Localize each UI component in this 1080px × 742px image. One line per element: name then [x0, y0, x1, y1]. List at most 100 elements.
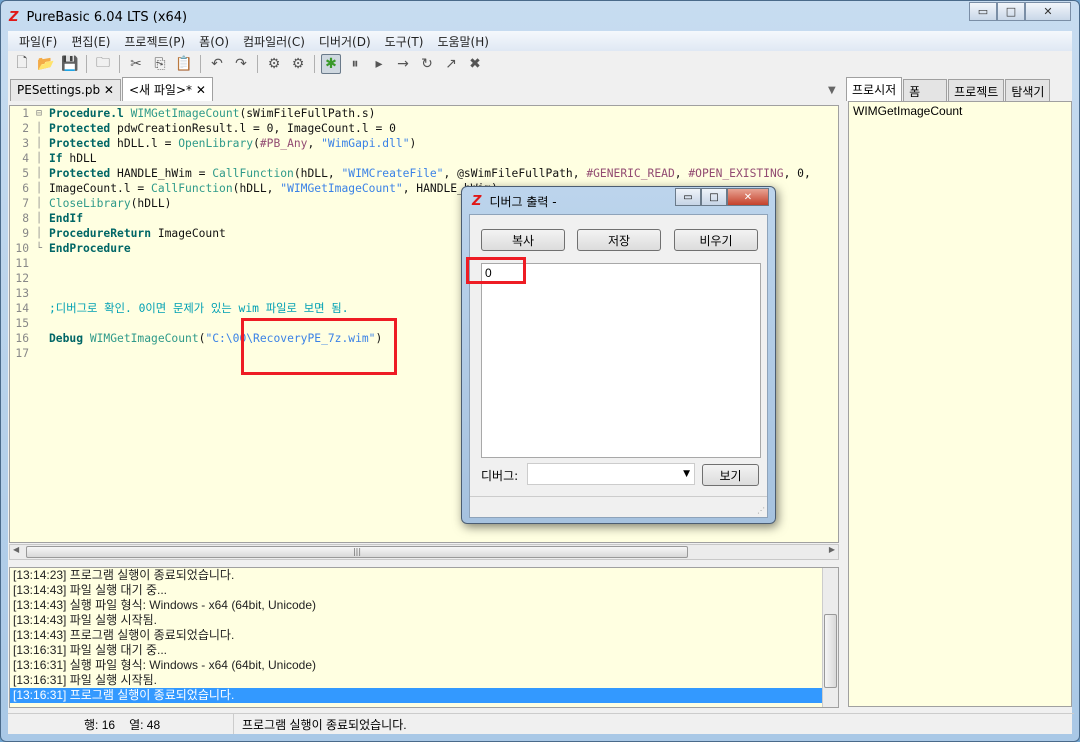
log-line[interactable]: [13:14:43] 파일 실행 시작됨.: [10, 613, 823, 628]
step-icon[interactable]: →: [393, 54, 413, 74]
fold-gutter: │: [35, 213, 43, 224]
menu-item[interactable]: 도움말(H): [430, 33, 496, 50]
copy-button[interactable]: 복사: [481, 229, 565, 251]
menu-item[interactable]: 폼(O): [192, 33, 236, 50]
minimize-button[interactable]: ▭: [675, 188, 701, 206]
code-token: CallFunction: [151, 182, 233, 195]
line-number: 3: [22, 137, 29, 150]
code-token: , 0,: [783, 167, 811, 180]
code-token: (hDLL,: [293, 167, 342, 180]
code-line: 2 │ Protected pdwCreationResult.l = 0, Ima…: [10, 121, 838, 136]
line-number: 1: [22, 107, 29, 120]
tool-panel: 프로시저 폼 프로젝트 탐색기 WIMGetImageCount: [846, 77, 1076, 709]
step-out-icon[interactable]: ↗: [441, 54, 461, 74]
clear-button[interactable]: 비우기: [674, 229, 758, 251]
dialog-title: 디버그 출력 -: [489, 195, 557, 209]
code-token: ProcedureReturn: [49, 227, 158, 240]
new-file-icon[interactable]: 🗋: [12, 54, 32, 74]
view-button[interactable]: 보기: [702, 464, 759, 486]
paste-icon[interactable]: 📋: [174, 54, 194, 74]
log-line[interactable]: [13:14:23] 프로그램 실행이 종료되었습니다.: [10, 568, 823, 583]
code-token: CallFunction: [212, 167, 294, 180]
fold-marker-icon[interactable]: ⊟: [32, 106, 46, 121]
continue-icon[interactable]: ▸: [369, 54, 389, 74]
code-line: 3 │ Protected hDLL.l = OpenLibrary(#PB_Any…: [10, 136, 838, 151]
code-token: (hDLL): [130, 197, 172, 210]
close-file-icon[interactable]: 🗀: [93, 54, 113, 74]
code-token: ,: [674, 167, 689, 180]
menu-item[interactable]: 프로젝트(P): [117, 33, 192, 50]
panel-tab[interactable]: 프로젝트: [948, 79, 1005, 101]
pause-icon[interactable]: ⏸: [345, 54, 365, 74]
code-token: Debug: [49, 332, 90, 345]
fold-gutter: │: [35, 183, 43, 194]
redo-icon[interactable]: ↷: [231, 54, 251, 74]
line-number: 9: [22, 227, 29, 240]
menu-item[interactable]: 도구(T): [378, 33, 431, 50]
file-tab[interactable]: <새 파일>* ✕: [121, 77, 213, 101]
code-text: EndIf: [46, 211, 83, 226]
line-number: 14: [15, 302, 29, 315]
menu-item[interactable]: 컴파일러(C): [236, 33, 312, 50]
open-file-icon[interactable]: 📂: [36, 54, 56, 74]
log-scrollbar[interactable]: [822, 568, 838, 707]
chevron-down-icon[interactable]: ▼: [683, 469, 690, 479]
debug-combo[interactable]: ▼: [527, 463, 695, 485]
code-token: WIMGetImageCount: [130, 107, 240, 120]
code-text: ProcedureReturn ImageCount: [46, 226, 226, 241]
panel-tab[interactable]: 폼: [903, 79, 948, 101]
menu-item[interactable]: 편집(E): [64, 33, 117, 50]
scrollbar-thumb[interactable]: |||: [26, 546, 688, 558]
kill-icon[interactable]: ✖: [465, 54, 485, 74]
copy-icon[interactable]: ⎘: [150, 54, 170, 74]
line-number: 2: [22, 122, 29, 135]
save-button[interactable]: 저장: [577, 229, 661, 251]
fold-marker-icon[interactable]: └: [32, 241, 46, 256]
save-icon[interactable]: 💾: [60, 54, 80, 74]
panel-tab[interactable]: 프로시저: [846, 77, 903, 101]
log-line[interactable]: [13:14:43] 파일 실행 대기 중...: [10, 583, 823, 598]
cut-icon[interactable]: ✂: [126, 54, 146, 74]
horizontal-scrollbar[interactable]: ◀ ||| ▶: [9, 544, 839, 560]
maximize-button[interactable]: □: [701, 188, 727, 206]
line-number: 17: [15, 347, 29, 360]
log-line[interactable]: [13:14:43] 실행 파일 형식: Windows - x64 (64bi…: [10, 598, 823, 613]
code-token: EndProcedure: [49, 242, 131, 255]
close-button[interactable]: ✕: [727, 188, 769, 206]
maximize-button[interactable]: □: [997, 2, 1025, 21]
minimize-button[interactable]: ▭: [969, 2, 997, 21]
status-column: 열: 48: [129, 717, 161, 732]
log-line[interactable]: [13:16:31] 실행 파일 형식: Windows - x64 (64bi…: [10, 658, 823, 673]
code-text: Protected HANDLE_hWim = CallFunction(hDL…: [46, 166, 811, 181]
code-token: Protected: [49, 122, 118, 135]
panel-tab[interactable]: 탐색기: [1005, 79, 1051, 101]
log-line[interactable]: [13:16:31] 프로그램 실행이 종료되었습니다.: [10, 688, 823, 703]
fold-gutter: │: [35, 198, 43, 209]
resize-grip-icon[interactable]: ⋰: [757, 506, 765, 515]
file-tab[interactable]: PESettings.pb ✕: [10, 79, 121, 101]
highlight-box: [466, 257, 526, 284]
debugger-icon[interactable]: ✱: [321, 54, 341, 74]
log-line[interactable]: [13:16:31] 파일 실행 시작됨.: [10, 673, 823, 688]
menu-item[interactable]: 디버거(D): [312, 33, 378, 50]
scrollbar-thumb[interactable]: [824, 614, 837, 688]
window-title: PureBasic 6.04 LTS (x64): [26, 9, 188, 25]
procedure-item[interactable]: WIMGetImageCount: [853, 104, 1067, 118]
status-bar: 행: 16 열: 48 프로그램 실행이 종료되었습니다.: [8, 713, 1074, 734]
step-over-icon[interactable]: ↻: [417, 54, 437, 74]
code-text: CloseLibrary(hDLL): [46, 196, 171, 211]
line-number: 11: [15, 257, 29, 270]
build-icon[interactable]: ⚙: [288, 54, 308, 74]
status-message: 프로그램 실행이 종료되었습니다.: [242, 717, 407, 732]
tab-list-dropdown-icon[interactable]: ▼: [828, 85, 836, 96]
file-tabs: PESettings.pb ✕ <새 파일>* ✕: [10, 77, 214, 101]
menu-bar: 파일(F) 편집(E) 프로젝트(P) 폼(O) 컴파일러(C) 디버거(D) 도구(T) 도…: [8, 31, 1072, 51]
close-button[interactable]: ✕: [1025, 2, 1071, 21]
log-line[interactable]: [13:16:31] 파일 실행 대기 중...: [10, 643, 823, 658]
menu-item[interactable]: 파일(F): [12, 33, 64, 50]
code-token: #PB_Any: [259, 137, 308, 150]
compile-run-icon[interactable]: ⚙: [264, 54, 284, 74]
undo-icon[interactable]: ↶: [207, 54, 227, 74]
log-line[interactable]: [13:14:43] 프로그램 실행이 종료되었습니다.: [10, 628, 823, 643]
